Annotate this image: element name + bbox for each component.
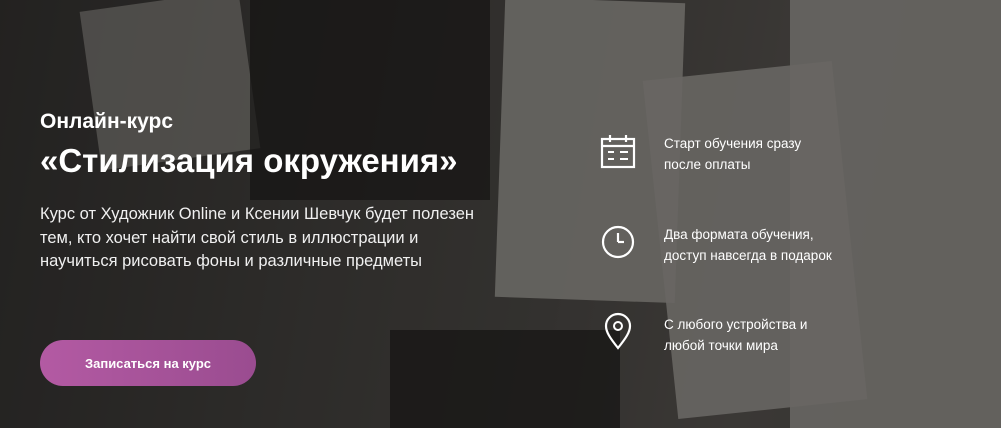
calendar-icon [600,131,636,171]
clock-icon [600,222,636,262]
hero-banner: Онлайн-курс «Стилизация окружения» Курс … [0,0,1001,428]
feature-device: С любого устройства и любой точки мира [600,312,900,362]
feature-start-text: Старт обучения сразу после оплаты [664,136,802,172]
course-type-label: Онлайн-курс [40,110,174,133]
feature-start: Старт обучения сразу после оплаты [600,131,900,181]
feature-format-text: Два формата обучения, доступ навсегда в … [664,227,832,263]
course-description: Курс от Художник Online и Ксении Шевчук … [40,205,475,270]
feature-format: Два формата обучения, доступ навсегда в … [600,222,900,272]
feature-device-text: С любого устройства и любой точки мира [664,317,808,353]
location-pin-icon [600,312,636,352]
page-title: «Стилизация окружения» [40,142,458,179]
enroll-button[interactable]: Записаться на курс [40,340,256,386]
